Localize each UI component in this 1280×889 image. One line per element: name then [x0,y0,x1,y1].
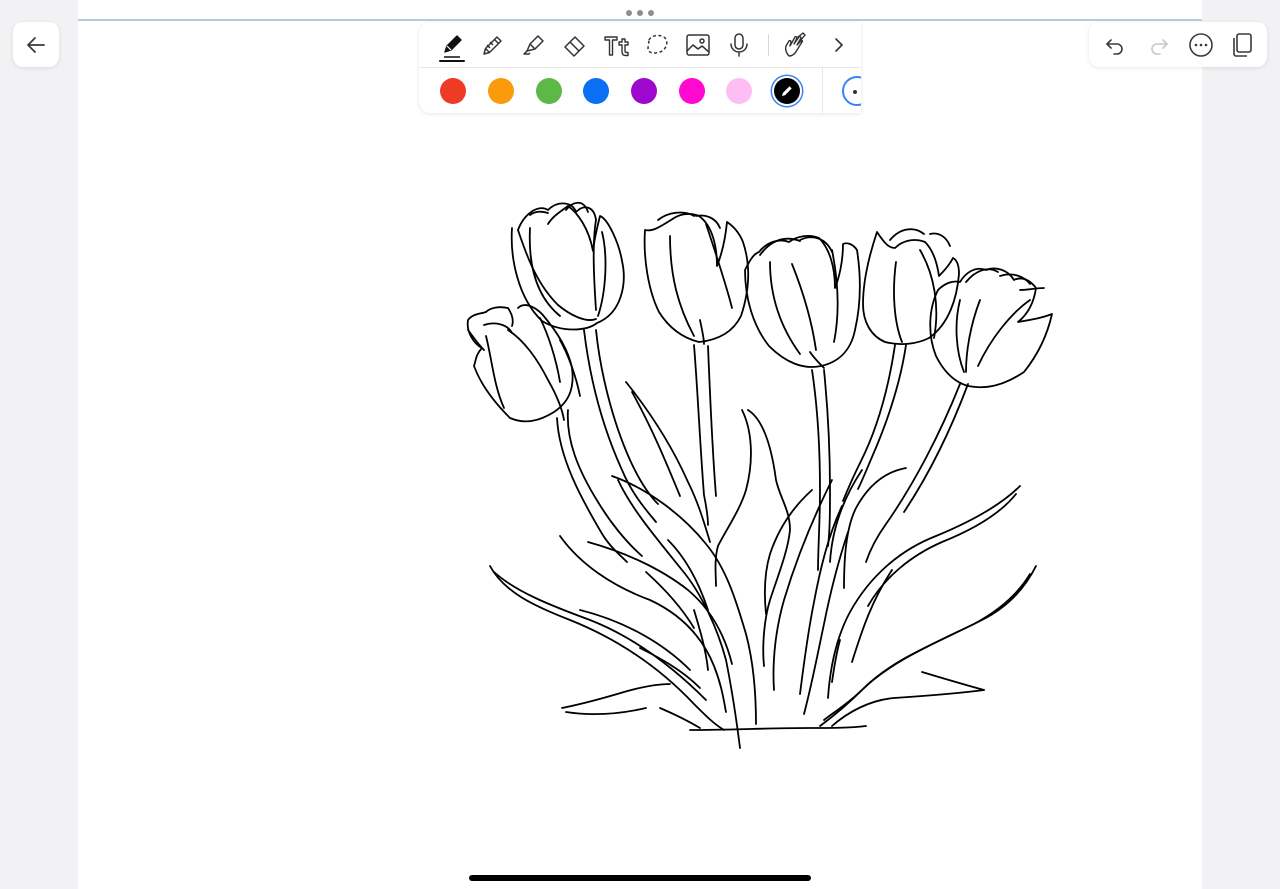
stems [556,329,969,571]
ground-line [689,725,867,731]
tulip-5 [862,228,960,345]
tulip-2 [466,304,581,423]
tulip-4 [744,235,861,369]
tulip-3 [643,211,749,345]
leaves [489,381,1037,749]
tulip-drawing [466,201,1053,749]
home-indicator[interactable] [469,875,811,881]
tulip-1 [510,201,625,331]
tulip-6 [929,267,1053,389]
